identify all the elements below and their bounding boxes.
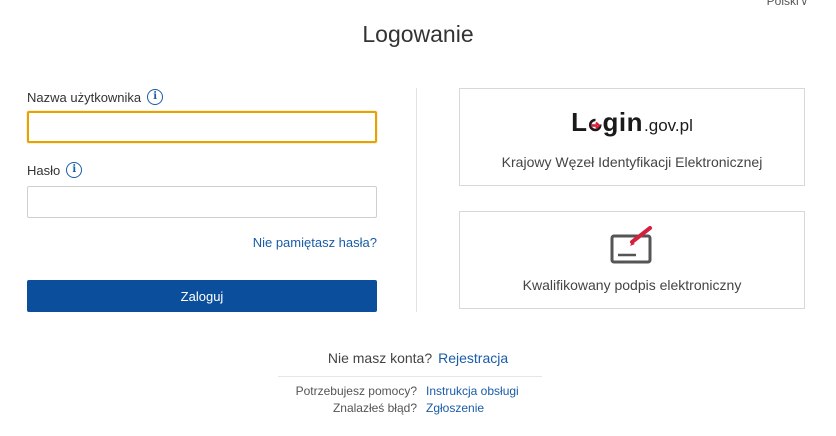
login-gov-pl-option[interactable]: L gin .gov.pl Krajowy Węzeł Identyfikacj… xyxy=(459,88,805,186)
username-label-row: Nazwa użytkownika i xyxy=(27,89,164,105)
password-label-row: Hasło i xyxy=(27,162,83,178)
logo-power-icon xyxy=(588,118,602,132)
logo-letter-l: L xyxy=(571,107,588,137)
footer-separator xyxy=(278,376,542,377)
password-label: Hasło xyxy=(27,162,61,178)
login-button[interactable]: Zaloguj xyxy=(27,280,377,312)
language-selector[interactable]: Polski ∨ xyxy=(767,0,808,8)
username-label: Nazwa użytkownika xyxy=(27,89,142,105)
help-question: Potrzebujesz pomocy? xyxy=(295,384,417,398)
username-input[interactable] xyxy=(27,111,377,143)
qualified-signature-caption: Kwalifikowany podpis elektroniczny xyxy=(522,277,742,293)
register-link[interactable]: Rejestracja xyxy=(438,350,508,366)
qualified-signature-option[interactable]: Kwalifikowany podpis elektroniczny xyxy=(459,211,805,309)
manual-link[interactable]: Instrukcja obsługi xyxy=(426,384,519,398)
bug-question: Znalazłeś błąd? xyxy=(332,401,417,415)
password-input[interactable] xyxy=(27,186,377,218)
logo-text-gin: gin xyxy=(602,107,644,137)
register-row: Nie masz konta? Rejestracja xyxy=(0,350,836,366)
login-gov-pl-caption: Krajowy Węzeł Identyfikacji Elektroniczn… xyxy=(501,154,763,170)
login-page: Polski ∨ Logowanie Nazwa użytkownika i H… xyxy=(0,0,836,436)
signature-icon xyxy=(610,226,652,264)
username-info-icon[interactable]: i xyxy=(147,89,164,105)
language-label[interactable]: Polski xyxy=(767,0,799,8)
page-title: Logowanie xyxy=(362,21,474,47)
column-divider xyxy=(416,88,417,312)
logo-domain-suffix: .gov.pl xyxy=(644,116,693,135)
login-gov-pl-logo: L gin .gov.pl xyxy=(460,107,804,138)
register-question: Nie masz konta? xyxy=(327,350,433,366)
bug-report-link[interactable]: Zgłoszenie xyxy=(426,401,484,415)
password-info-icon[interactable]: i xyxy=(66,162,83,178)
forgot-password-link[interactable]: Nie pamiętasz hasła? xyxy=(253,235,377,250)
chevron-down-icon[interactable]: ∨ xyxy=(801,0,808,8)
